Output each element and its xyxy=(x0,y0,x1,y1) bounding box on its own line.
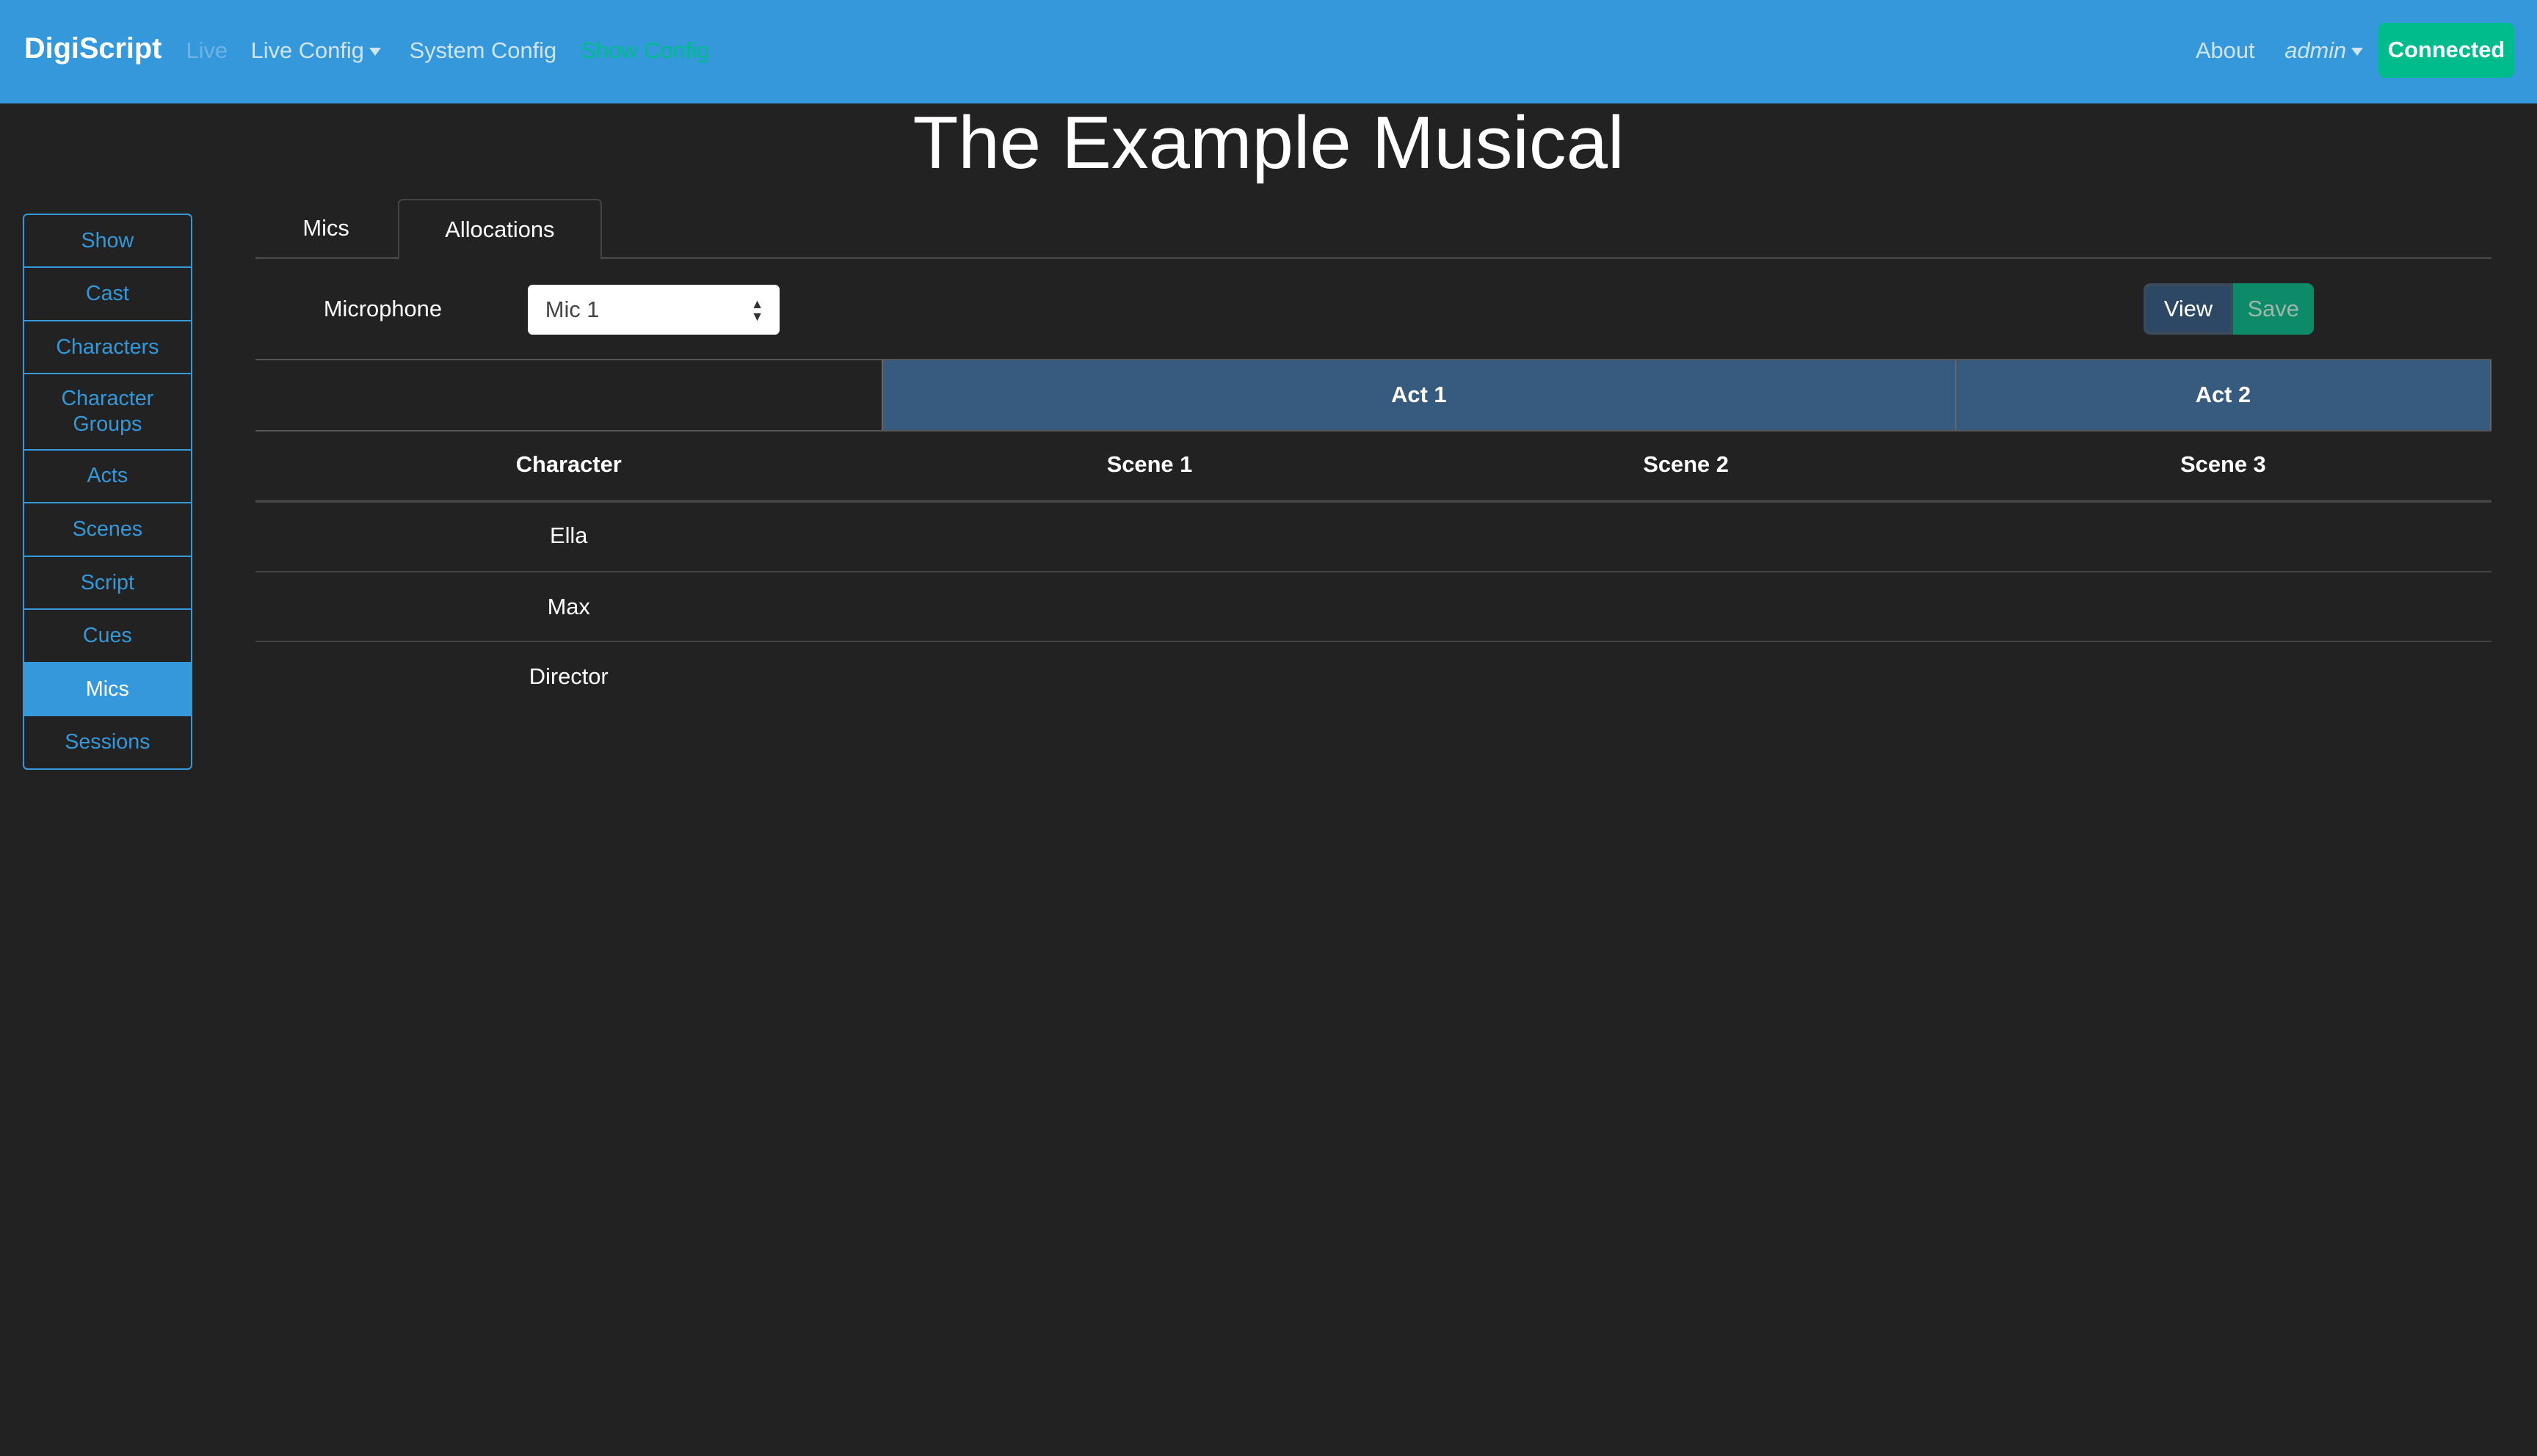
sidebar-item-sessions[interactable]: Sessions xyxy=(23,715,191,768)
microphone-label: Microphone xyxy=(323,296,442,322)
brand-logo[interactable]: DigiScript xyxy=(24,32,161,65)
caret-down-icon xyxy=(369,48,381,57)
column-header: Scene 1 xyxy=(1106,451,1193,478)
sidebar-item-script[interactable]: Script xyxy=(23,555,191,609)
view-button[interactable]: View xyxy=(2144,283,2233,335)
character-name: Ella xyxy=(550,523,588,549)
nav-live[interactable]: Live xyxy=(186,37,228,64)
microphone-select[interactable]: Mic 1 ▲ ▼ xyxy=(527,284,780,335)
sidebar-item-scenes[interactable]: Scenes xyxy=(23,502,191,556)
table-row: Ella xyxy=(255,501,2491,571)
act-header: Act 2 xyxy=(1954,360,2492,431)
nav-live-config-label: Live Config xyxy=(250,37,364,63)
nav-system-config[interactable]: System Config xyxy=(410,37,557,64)
sidebar-item-mics[interactable]: Mics xyxy=(23,661,191,716)
table-row: Director xyxy=(255,640,2492,712)
sidebar-item-character-groups[interactable]: Character Groups xyxy=(23,373,191,448)
scene-header-row: Character Scene 1 Scene 2 Scene 3 xyxy=(255,430,2492,503)
sidebar-item-cast[interactable]: Cast xyxy=(23,266,191,320)
select-arrows-icon: ▲ ▼ xyxy=(750,296,764,324)
nav-show-config[interactable]: Show Config xyxy=(581,37,709,64)
tab-mics[interactable]: Mics xyxy=(255,199,396,257)
nav-about[interactable]: About xyxy=(2196,37,2255,64)
table-row: Max xyxy=(255,571,2492,642)
column-header: Character xyxy=(515,451,622,478)
sidebar: Show Cast Characters Character Groups Ac… xyxy=(22,213,192,770)
column-header: Scene 3 xyxy=(2180,451,2266,478)
user-name: admin xyxy=(2284,37,2347,63)
save-button[interactable]: Save xyxy=(2232,283,2314,335)
caret-down-icon xyxy=(2351,48,2363,57)
sidebar-item-characters[interactable]: Characters xyxy=(23,319,191,374)
microphone-select-value: Mic 1 xyxy=(545,296,600,322)
tab-allocations[interactable]: Allocations xyxy=(398,199,602,261)
nav-user-menu[interactable]: admin xyxy=(2284,37,2363,64)
act-header: Act 1 xyxy=(882,360,1955,431)
sidebar-item-acts[interactable]: Acts xyxy=(23,448,191,503)
sidebar-item-show[interactable]: Show xyxy=(24,215,191,267)
connection-status: Connected xyxy=(2378,22,2515,78)
sidebar-item-cues[interactable]: Cues xyxy=(23,608,191,662)
act-header-row: Act 1 Act 2 xyxy=(255,359,2492,432)
character-name: Max xyxy=(547,594,590,620)
character-name: Director xyxy=(529,663,609,689)
column-header: Scene 2 xyxy=(1643,451,1729,478)
navbar: DigiScript Live Live Config System Confi… xyxy=(0,0,2537,104)
page-title: The Example Musical xyxy=(912,101,1625,184)
nav-live-config[interactable]: Live Config xyxy=(251,37,381,64)
